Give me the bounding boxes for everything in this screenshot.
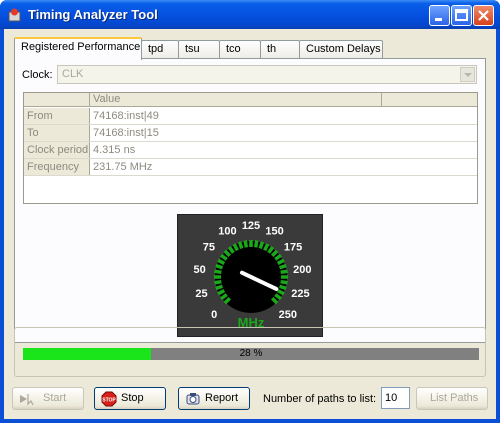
clock-value: CLK — [62, 68, 84, 80]
report-button[interactable]: Report — [178, 387, 250, 410]
dial-tick — [258, 241, 265, 250]
minimize-icon — [435, 18, 442, 21]
stop-icon: STOP — [101, 391, 117, 407]
row-value: 74168:inst|15 — [93, 127, 159, 139]
row-value: 74168:inst|49 — [93, 110, 159, 122]
clock-label: Clock: — [22, 69, 53, 81]
combo-dropdown-button[interactable] — [460, 67, 475, 82]
dial-tick — [280, 269, 288, 275]
dial-tick — [237, 241, 244, 250]
stop-button[interactable]: STOP Stop — [94, 387, 166, 410]
list-paths-label: List Paths — [430, 392, 479, 404]
paths-count-label: Number of paths to list: — [263, 393, 377, 405]
row-label: To — [24, 125, 90, 141]
table-row[interactable]: Frequency 231.75 MHz — [24, 159, 477, 176]
svg-text:STOP: STOP — [102, 398, 116, 404]
gauge-tick-label: 125 — [242, 220, 260, 232]
gauge-tick-label: 200 — [293, 264, 311, 276]
window-title: Timing Analyzer Tool — [28, 7, 158, 22]
report-label: Report — [205, 392, 239, 404]
row-value: 4.315 ns — [93, 144, 136, 156]
start-label: Start — [43, 392, 67, 404]
dial-tick — [253, 240, 259, 248]
grid-header: Value — [24, 93, 477, 107]
row-value: 231.75 MHz — [93, 161, 153, 173]
minimize-button[interactable] — [429, 5, 450, 26]
gauge-tick-label: 100 — [218, 226, 236, 238]
grid-column-header: Value — [90, 93, 382, 107]
list-paths-button[interactable]: List Paths — [416, 387, 488, 410]
close-icon — [478, 10, 489, 21]
progress-group: 28 % — [14, 327, 486, 377]
table-row[interactable]: From 74168:inst|49 — [24, 108, 477, 125]
app-window: Timing Analyzer Tool Registered Performa… — [0, 0, 500, 423]
gauge-tick-label: 50 — [194, 264, 206, 276]
chevron-down-icon — [464, 73, 472, 77]
grid-corner-cell — [24, 93, 90, 107]
title-bar[interactable]: Timing Analyzer Tool — [0, 0, 500, 29]
dial-tick — [214, 279, 222, 285]
dial-tick — [243, 240, 249, 248]
tab-tpd[interactable]: tpd — [141, 40, 179, 59]
start-button[interactable]: Start — [12, 387, 84, 410]
close-button[interactable] — [473, 5, 494, 26]
dial-tick — [278, 284, 287, 291]
clock-select[interactable]: CLK — [57, 65, 477, 84]
results-grid: Value From 74168:inst|49 To 74168:inst|1… — [23, 92, 478, 204]
gauge-tick-label: 250 — [279, 309, 297, 321]
play-cursor-icon — [20, 394, 34, 406]
tab-panel: Clock: CLK Value From 74168:inst|49 To 7… — [14, 58, 486, 343]
dial-tick — [215, 263, 224, 270]
table-row[interactable]: To 74168:inst|15 — [24, 125, 477, 142]
table-row[interactable]: Clock period 4.315 ns — [24, 142, 477, 159]
stop-label: Stop — [121, 392, 144, 404]
gauge-dial: 0255075100 125 150175200225250MHz — [194, 220, 312, 330]
tab-registered-performance[interactable]: Registered Performance — [14, 37, 142, 60]
row-label: From — [24, 108, 90, 124]
row-label: Frequency — [24, 159, 90, 175]
tab-tsu[interactable]: tsu — [178, 40, 220, 59]
frequency-gauge: 0 25 50 75 100 125 150 175 200 225 250 MHz — [177, 214, 323, 337]
gauge-tick-label: 0 — [211, 309, 217, 321]
app-icon — [8, 8, 21, 22]
row-label: Clock period — [24, 142, 90, 158]
maximize-button[interactable] — [451, 5, 472, 26]
tab-tco[interactable]: tco — [219, 40, 261, 59]
dial-tick — [214, 269, 222, 275]
dial-tick — [215, 284, 224, 291]
dial-tick — [280, 279, 288, 285]
paths-count-input[interactable]: 10 — [381, 387, 410, 409]
maximize-icon — [455, 9, 468, 21]
gauge-tick-label: 25 — [195, 288, 207, 300]
tab-th[interactable]: th — [260, 40, 300, 59]
gauge-tick-label: 150 — [265, 226, 283, 238]
progress-text: 28 % — [239, 348, 263, 359]
gauge-tick-label: 225 — [291, 288, 309, 300]
gauge-tick-label: 75 — [203, 241, 215, 253]
gauge-tick-label: 175 — [284, 241, 302, 253]
tab-custom-delays[interactable]: Custom Delays — [299, 40, 383, 59]
progress-bar: 28 % — [23, 348, 479, 360]
window-client: Registered Performance tpd tsu tco th Cu… — [4, 29, 496, 419]
dial-tick — [278, 263, 287, 270]
report-icon — [186, 393, 200, 405]
